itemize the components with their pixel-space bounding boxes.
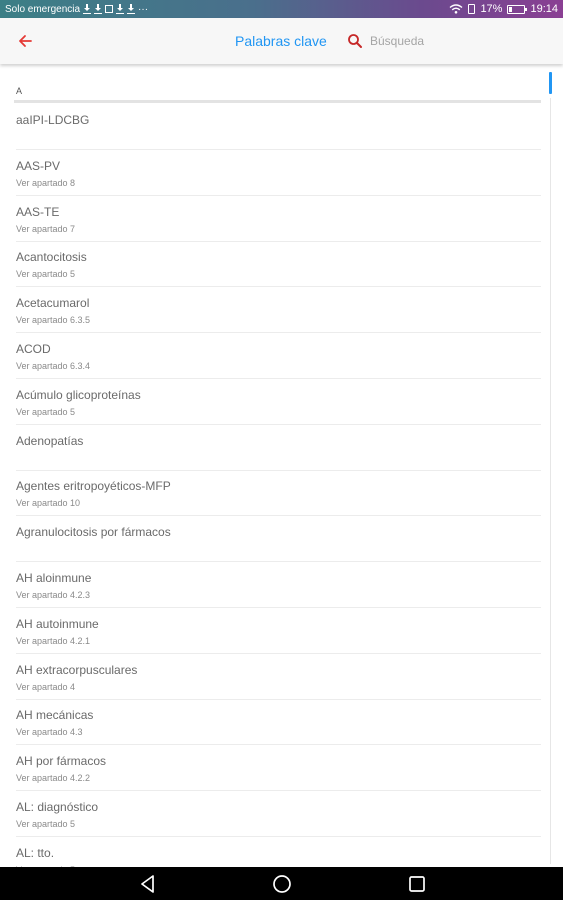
back-triangle-icon[interactable]	[137, 873, 159, 895]
list-item[interactable]: AL: tto.Ver apartado 5	[16, 837, 541, 867]
download-icon	[127, 4, 136, 14]
list-item-title: AH autoinmune	[16, 616, 99, 631]
list-item-title: Acúmulo glicoproteínas	[16, 387, 141, 402]
list-item[interactable]: Acúmulo glicoproteínas Ver apartado 5	[16, 379, 541, 425]
keyword-list[interactable]: A aaIPI-LDCBG AAS-PV Ver apartado 8 AAS-TE V…	[0, 64, 563, 867]
list-item-title: AH extracorpusculares	[16, 662, 138, 677]
home-circle-icon[interactable]	[271, 873, 293, 895]
list-item-title: AH mecánicas	[16, 708, 94, 723]
list-item[interactable]: AH extracorpusculares Ver apartado 4	[16, 654, 541, 700]
list-item[interactable]: AL: diagnóstico Ver apartado 5	[16, 791, 541, 837]
list-item[interactable]: Agranulocitosis por fármacos	[16, 516, 541, 563]
list-item-subtitle: Ver apartado 10	[16, 498, 81, 509]
list-item[interactable]: AAS-PV Ver apartado 8	[16, 150, 541, 196]
battery-icon	[507, 4, 528, 14]
list-item-title: AAS-PV	[16, 158, 61, 173]
search-input[interactable]	[370, 30, 550, 52]
list-item-title: Agentes eritropoyéticos-MFP	[16, 479, 171, 494]
list-item-subtitle: Ver apartado 7	[16, 223, 76, 234]
sim-card-icon	[468, 4, 476, 14]
list-item-subtitle: Ver apartado 4.2.1	[16, 635, 91, 646]
download-icon	[116, 4, 125, 14]
screenshot-icon	[105, 5, 114, 13]
list-item[interactable]: AAS-TE Ver apartado 7	[16, 196, 541, 242]
list-item[interactable]: Acantocitosis Ver apartado 5	[16, 241, 541, 288]
list-item[interactable]: AH por fármacos Ver apartado 4.2.2	[16, 745, 541, 792]
list-item[interactable]: AH autoinmune Ver apartado 4.2.1	[16, 608, 541, 654]
back-button[interactable]	[14, 30, 36, 52]
page-title: Palabras clave	[235, 33, 327, 49]
list-item-title: AH aloinmune	[16, 571, 92, 585]
status-right: 17% 19:14	[449, 3, 558, 15]
list-item-subtitle: Ver apartado 4.2.2	[16, 773, 91, 784]
battery-percent: 17%	[480, 3, 503, 15]
list-item-subtitle: Ver apartado 6.3.5	[16, 315, 91, 326]
app-bar: Palabras clave	[0, 18, 563, 64]
list-item-title: Acetacumarol	[16, 296, 90, 311]
list-item-title: Acantocitosis	[16, 250, 87, 265]
wifi-icon	[449, 4, 463, 14]
list-item-subtitle: Ver apartado 6.3.4	[16, 361, 91, 371]
list-item[interactable]: AH mecánicas Ver apartado 4.3	[16, 699, 541, 746]
list-item-subtitle: Ver apartado 5	[16, 819, 76, 829]
list-item-subtitle: Ver apartado 4.3	[16, 727, 83, 738]
section-header-letter: A	[16, 86, 23, 96]
list-item-title: AL: diagnóstico	[16, 800, 99, 814]
clock-time: 19:14	[530, 3, 558, 15]
list-item[interactable]: Agentes eritropoyéticos-MFP Ver apartado …	[16, 470, 541, 517]
arrow-back-icon	[19, 35, 32, 47]
scroll-thumb[interactable]	[549, 72, 552, 94]
list-item[interactable]: Acetacumarol Ver apartado 6.3.5	[16, 287, 541, 334]
list-item-title: aaIPI-LDCBG	[16, 113, 90, 127]
list-item-title: ACOD	[16, 342, 51, 356]
search-icon[interactable]	[347, 33, 363, 49]
list-item-title: AAS-TE	[16, 204, 60, 219]
scrollbar[interactable]	[549, 72, 552, 865]
list-item-title: AH por fármacos	[16, 754, 107, 769]
list-item[interactable]: Adenopatías	[16, 425, 541, 471]
section-divider	[14, 100, 541, 103]
scroll-track	[550, 98, 551, 864]
list-item[interactable]: AH aloinmune Ver apartado 4.2.3	[16, 562, 541, 608]
recents-square-icon[interactable]	[406, 873, 428, 895]
download-icon	[94, 4, 103, 14]
list-item-subtitle: Ver apartado 5	[16, 269, 76, 280]
download-icon	[83, 4, 92, 14]
carrier-text: Solo emergencia	[5, 3, 81, 15]
list-item[interactable]: ACOD Ver apartado 6.3.4	[16, 333, 541, 379]
list-item-title: Agranulocitosis por fármacos	[16, 525, 171, 540]
navigation-bar	[0, 867, 563, 900]
list-item-subtitle: Ver apartado 5	[16, 406, 76, 417]
list-item-title: AL: tto.	[16, 845, 55, 860]
status-left: Solo emergencia ···	[5, 4, 148, 15]
status-bar: Solo emergencia ··· 17% 19:14	[0, 0, 563, 18]
list-item-subtitle: Ver apartado 4	[16, 681, 76, 692]
list-item-title: Adenopatías	[16, 433, 84, 448]
more-notifications-indicator: ···	[138, 3, 149, 15]
list-item-subtitle: Ver apartado 4.2.3	[16, 590, 91, 600]
list-item[interactable]: aaIPI-LDCBG	[16, 104, 541, 150]
list-item-subtitle: Ver apartado 8	[16, 177, 76, 188]
